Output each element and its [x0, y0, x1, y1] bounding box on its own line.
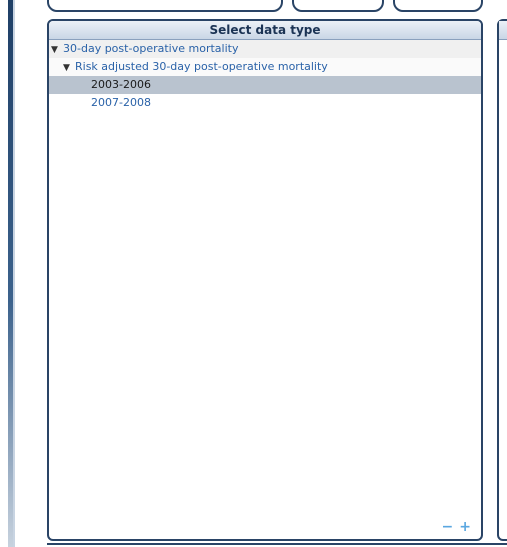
- top-tab-3[interactable]: [393, 0, 483, 12]
- tree-item-label: Risk adjusted 30-day post-operative mort…: [75, 60, 328, 73]
- zoom-controls: − +: [436, 519, 471, 535]
- panel-title: Select data type: [49, 21, 481, 40]
- bottom-divider: [47, 543, 507, 545]
- right-panel: [497, 19, 507, 541]
- tree-item-label: 30-day post-operative mortality: [63, 42, 239, 55]
- right-panel-header: [499, 21, 507, 40]
- tree-item-risk-adjusted-mortality[interactable]: ▼ Risk adjusted 30-day post-operative mor…: [49, 58, 481, 76]
- top-tab-1[interactable]: [47, 0, 283, 12]
- tree-item-30-day-mortality[interactable]: ▼ 30-day post-operative mortality: [49, 40, 481, 58]
- tree-item-2003-2006[interactable]: 2003-2006: [49, 76, 481, 94]
- plus-icon[interactable]: +: [459, 519, 471, 535]
- top-tab-2[interactable]: [292, 0, 384, 12]
- data-type-tree: ▼ 30-day post-operative mortality ▼ Risk a…: [49, 40, 481, 112]
- expand-arrow-icon[interactable]: ▼: [63, 59, 72, 77]
- select-data-type-panel: Select data type ▼ 30-day post-operative …: [47, 19, 483, 541]
- tree-item-2007-2008[interactable]: 2007-2008: [49, 94, 481, 112]
- minus-icon[interactable]: −: [442, 519, 454, 535]
- left-sidebar-edge: [13, 0, 15, 547]
- expand-arrow-icon[interactable]: ▼: [51, 41, 60, 59]
